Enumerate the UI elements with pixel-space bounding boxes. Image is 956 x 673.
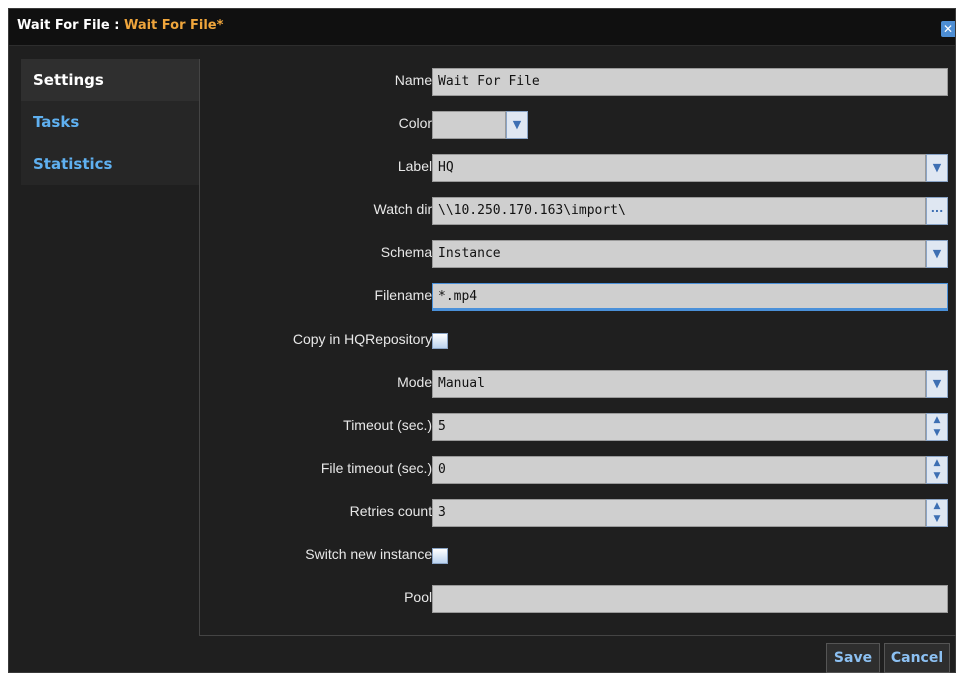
title-prefix: Wait For File : (17, 18, 124, 33)
schema-row: Schema: Instance ▼ (200, 238, 956, 272)
save-button[interactable]: Save (826, 643, 880, 673)
ellipsis-icon[interactable]: ... (926, 197, 948, 225)
filename-label: Filename: (374, 287, 436, 303)
label-row: Label: HQ ▼ (200, 152, 956, 186)
cancel-button[interactable]: Cancel (884, 643, 950, 673)
watch-dir-field[interactable]: \\10.250.170.163\import\ (432, 197, 926, 225)
timeout-row: Timeout (sec.): 5 ▲ ▼ (200, 411, 956, 445)
settings-form: Name: Wait For File Color: ▼ Label: HQ ▼… (199, 59, 956, 636)
retries-label: Retries count: (349, 503, 436, 519)
copy-repo-label: Copy in HQRepository: (292, 331, 436, 347)
mode-row: Mode: Manual ▼ (200, 368, 956, 402)
chevron-down-icon[interactable]: ▼ (926, 154, 948, 182)
timeout-label: Timeout (sec.): (343, 417, 436, 433)
close-icon[interactable]: ✕ (941, 21, 955, 37)
file-timeout-label: File timeout (sec.): (320, 460, 436, 476)
spinner-arrows-icon[interactable]: ▲ ▼ (926, 456, 948, 484)
name-row: Name: Wait For File (200, 66, 956, 100)
sidebar-item-settings[interactable]: Settings (21, 59, 199, 101)
copy-repo-row: Copy in HQRepository: (200, 325, 956, 359)
retries-field[interactable]: 3 (432, 499, 926, 527)
sidebar: Settings Tasks Statistics (21, 59, 199, 185)
dialog-window: Wait For File : Wait For File* ✕ Setting… (8, 8, 956, 673)
schema-label: Schema: (380, 244, 436, 260)
title-highlight: Wait For File* (123, 18, 224, 33)
spinner-arrows-icon[interactable]: ▲ ▼ (926, 413, 948, 441)
watch-dir-row: Watch dir: \\10.250.170.163\import\ ... (200, 195, 956, 229)
window-title: Wait For File : Wait For File* (17, 18, 223, 33)
color-swatch[interactable] (432, 111, 506, 139)
mode-select[interactable]: Manual (432, 370, 926, 398)
switch-instance-label: Switch new instance: (305, 546, 436, 562)
color-row: Color: ▼ (200, 109, 956, 143)
file-timeout-row: File timeout (sec.): 0 ▲ ▼ (200, 454, 956, 488)
label-label: Label: (397, 158, 436, 174)
retries-row: Retries count: 3 ▲ ▼ (200, 497, 956, 531)
sidebar-item-statistics[interactable]: Statistics (21, 143, 199, 185)
sidebar-item-tasks[interactable]: Tasks (21, 101, 199, 143)
chevron-down-icon[interactable]: ▼ (926, 370, 948, 398)
copy-repo-checkbox[interactable] (432, 333, 448, 349)
chevron-down-icon[interactable]: ▼ (926, 240, 948, 268)
watch-dir-label: Watch dir: (373, 201, 437, 217)
filename-field[interactable]: *.mp4 (432, 283, 948, 311)
color-label: Color: (398, 115, 436, 131)
switch-instance-row: Switch new instance: (200, 540, 956, 574)
chevron-down-icon[interactable]: ▼ (506, 111, 528, 139)
name-label: Name: (394, 72, 436, 88)
spinner-arrows-icon[interactable]: ▲ ▼ (926, 499, 948, 527)
schema-select[interactable]: Instance (432, 240, 926, 268)
file-timeout-field[interactable]: 0 (432, 456, 926, 484)
switch-instance-checkbox[interactable] (432, 548, 448, 564)
title-bar: Wait For File : Wait For File* ✕ (9, 9, 955, 46)
filename-row: Filename: *.mp4 (200, 281, 956, 315)
pool-field[interactable] (432, 585, 948, 613)
label-select[interactable]: HQ (432, 154, 926, 182)
name-field[interactable]: Wait For File (432, 68, 948, 96)
timeout-field[interactable]: 5 (432, 413, 926, 441)
pool-row: Pool: (200, 583, 956, 617)
mode-label: Mode: (397, 374, 436, 390)
